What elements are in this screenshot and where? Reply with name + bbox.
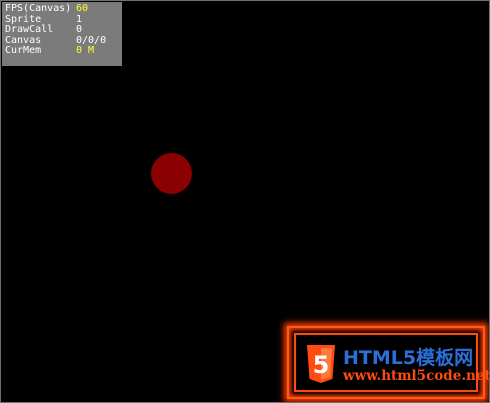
stat-row-curmem: CurMem 0 M: [5, 45, 122, 57]
stat-value: 60: [76, 3, 89, 14]
html5-badge-text: 5: [313, 351, 330, 379]
watermark-inner-frame: 5 HTML5模板网 www.html5code.net: [294, 333, 489, 392]
watermark-title: HTML5模板网: [343, 347, 474, 369]
stats-panel: FPS(Canvas) 60 Sprite 1 DrawCall 0 Canva…: [2, 2, 122, 66]
html5-shield-icon: 5: [307, 345, 335, 383]
game-canvas[interactable]: FPS(Canvas) 60 Sprite 1 DrawCall 0 Canva…: [0, 0, 490, 403]
stat-row-drawcall: DrawCall 0: [5, 24, 122, 36]
watermark-url: www.html5code.net: [343, 368, 490, 384]
stat-label: CurMem: [5, 45, 42, 56]
stat-value: 0 M: [76, 45, 95, 56]
stat-label: DrawCall: [5, 24, 54, 35]
stat-value: 0: [76, 24, 83, 35]
html5code-watermark-logo: 5 HTML5模板网 www.html5code.net: [287, 326, 489, 399]
stat-label: FPS(Canvas): [5, 3, 72, 14]
stat-row-fps: FPS(Canvas) 60: [5, 3, 122, 15]
red-ball-sprite[interactable]: [151, 153, 192, 194]
